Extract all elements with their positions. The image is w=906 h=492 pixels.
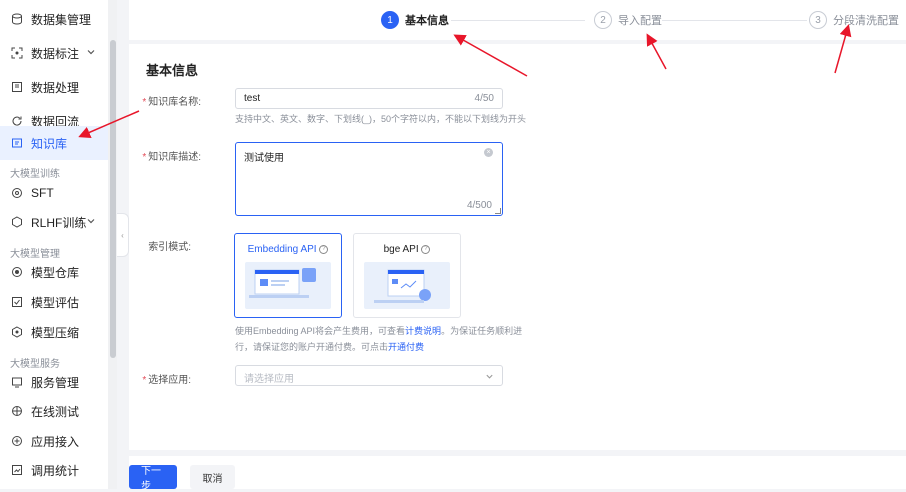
help-icon[interactable]: ? bbox=[319, 244, 329, 254]
sft-icon bbox=[10, 186, 24, 200]
desc-textarea[interactable]: 测试使用 × 4/500 bbox=[235, 142, 503, 216]
resize-handle-icon[interactable] bbox=[495, 208, 501, 214]
sidebar-item-label: 数据标注 bbox=[31, 46, 80, 61]
app-label-text: 选择应用: bbox=[148, 375, 191, 386]
desc-label: * 知识库描述: bbox=[142, 152, 201, 163]
knowledge-icon bbox=[10, 136, 24, 150]
index-hint-text: 行，请保证您的账户开通付费。可点击 bbox=[235, 342, 389, 352]
step-label: 基本信息 bbox=[405, 15, 449, 27]
chevron-down-icon bbox=[486, 374, 493, 379]
index-option-title: Embedding API ? bbox=[235, 244, 341, 255]
sidebar-item-online-test[interactable]: 在线测试 bbox=[0, 394, 108, 428]
index-hint-text: 。为保证任务顺利进 bbox=[441, 326, 523, 336]
step-label: 分段清洗配置 bbox=[833, 15, 899, 27]
sidebar-item-label: 知识库 bbox=[31, 136, 68, 151]
name-char-count: 4/50 bbox=[474, 93, 494, 104]
sidebar-item-model-repo[interactable]: 模型仓库 bbox=[0, 255, 108, 289]
sidebar-item-label: 调用统计 bbox=[31, 463, 80, 478]
index-option-label: bge API bbox=[383, 244, 419, 255]
bge-illustration bbox=[364, 262, 450, 309]
next-button[interactable]: 下一步 bbox=[129, 465, 177, 492]
app-select-placeholder: 请选择应用 bbox=[244, 374, 294, 385]
name-label-text: 知识库名称: bbox=[148, 97, 201, 108]
name-input-value: test bbox=[244, 93, 261, 104]
footer-actions: 下一步 取消 bbox=[129, 456, 906, 492]
help-icon[interactable]: ? bbox=[421, 244, 431, 254]
evaluate-icon bbox=[10, 295, 24, 309]
name-input[interactable]: test 4/50 bbox=[235, 88, 503, 109]
database-icon bbox=[10, 12, 24, 26]
rlhf-icon bbox=[10, 215, 24, 229]
sidebar-item-label: 数据集管理 bbox=[31, 12, 92, 27]
index-mode-label: 索引模式: bbox=[148, 242, 191, 253]
step-number: 3 bbox=[809, 11, 827, 29]
chevron-down-icon[interactable] bbox=[86, 216, 96, 226]
sidebar-item-annotation[interactable]: 数据标注 bbox=[0, 36, 108, 70]
index-option-bge[interactable]: bge API ? bbox=[353, 233, 461, 318]
step-connector bbox=[451, 20, 585, 21]
index-option-embedding[interactable]: Embedding API ? bbox=[234, 233, 342, 318]
index-hint: 使用Embedding API将会产生费用，可查看计费说明。为保证任务顺利进 行… bbox=[235, 323, 525, 355]
step-connector bbox=[662, 20, 807, 21]
sidebar-item-model-eval[interactable]: 模型评估 bbox=[0, 285, 108, 319]
step-clean-config[interactable]: 3 分段清洗配置 bbox=[809, 11, 899, 29]
step-import-config[interactable]: 2 导入配置 bbox=[594, 11, 662, 29]
sidebar-item-label: 数据处理 bbox=[31, 80, 80, 95]
annotate-icon bbox=[10, 46, 24, 60]
sidebar-item-label: 模型评估 bbox=[31, 295, 80, 310]
model-repo-icon bbox=[10, 265, 24, 279]
index-hint-text: 使用Embedding API将会产生费用，可查看 bbox=[235, 326, 406, 336]
step-label: 导入配置 bbox=[618, 15, 662, 27]
sidebar-item-label: SFT bbox=[31, 186, 54, 200]
embedding-illustration bbox=[245, 262, 331, 309]
cancel-button[interactable]: 取消 bbox=[190, 465, 235, 489]
section-title: 基本信息 bbox=[146, 63, 199, 78]
step-number: 1 bbox=[381, 11, 399, 29]
billing-link[interactable]: 计费说明 bbox=[405, 326, 441, 336]
access-icon bbox=[10, 434, 24, 448]
index-option-label: Embedding API bbox=[247, 244, 317, 255]
name-label: * 知识库名称: bbox=[142, 97, 201, 108]
steps-bar: 1 基本信息 2 导入配置 3 分段清洗配置 bbox=[129, 0, 906, 40]
service-icon bbox=[10, 375, 24, 389]
sidebar-item-label: 模型仓库 bbox=[31, 265, 80, 280]
sidebar-item-model-compress[interactable]: 模型压缩 bbox=[0, 315, 108, 349]
index-option-title: bge API ? bbox=[354, 244, 460, 255]
desc-char-count: 4/500 bbox=[466, 200, 492, 211]
main-form: 基本信息 * 知识库名称: test 4/50 支持中文、英文、数字、下划线(_)… bbox=[129, 44, 906, 450]
step-basic-info[interactable]: 1 基本信息 bbox=[381, 11, 449, 29]
sidebar-item-label: RLHF训练 bbox=[31, 215, 87, 230]
stats-icon bbox=[10, 463, 24, 477]
compress-icon bbox=[10, 325, 24, 339]
app-select[interactable]: 请选择应用 bbox=[235, 365, 503, 386]
clear-icon[interactable]: × bbox=[484, 148, 493, 157]
test-icon bbox=[10, 404, 24, 418]
step-number: 2 bbox=[594, 11, 612, 29]
sidebar-item-label: 在线测试 bbox=[31, 404, 80, 419]
name-hint: 支持中文、英文、数字、下划线(_)，50个字符以内，不能以下划线为开头 bbox=[235, 114, 527, 124]
sidebar-item-dataset[interactable]: 数据集管理 bbox=[0, 2, 108, 36]
sidebar-item-call-stats[interactable]: 调用统计 bbox=[0, 453, 108, 487]
enable-payment-link[interactable]: 开通付费 bbox=[388, 342, 424, 352]
chevron-down-icon[interactable] bbox=[86, 47, 96, 57]
sidebar-item-label: 服务管理 bbox=[31, 375, 80, 390]
desc-textarea-value: 测试使用 bbox=[244, 153, 284, 164]
sidebar-item-rlhf[interactable]: RLHF训练 bbox=[0, 205, 108, 239]
sidebar-scrollbar-thumb[interactable] bbox=[110, 40, 116, 358]
desc-label-text: 知识库描述: bbox=[148, 152, 201, 163]
process-icon bbox=[10, 80, 24, 94]
app-label: * 选择应用: bbox=[142, 375, 191, 386]
sidebar-item-label: 模型压缩 bbox=[31, 325, 80, 340]
sidebar-item-label: 应用接入 bbox=[31, 434, 80, 449]
